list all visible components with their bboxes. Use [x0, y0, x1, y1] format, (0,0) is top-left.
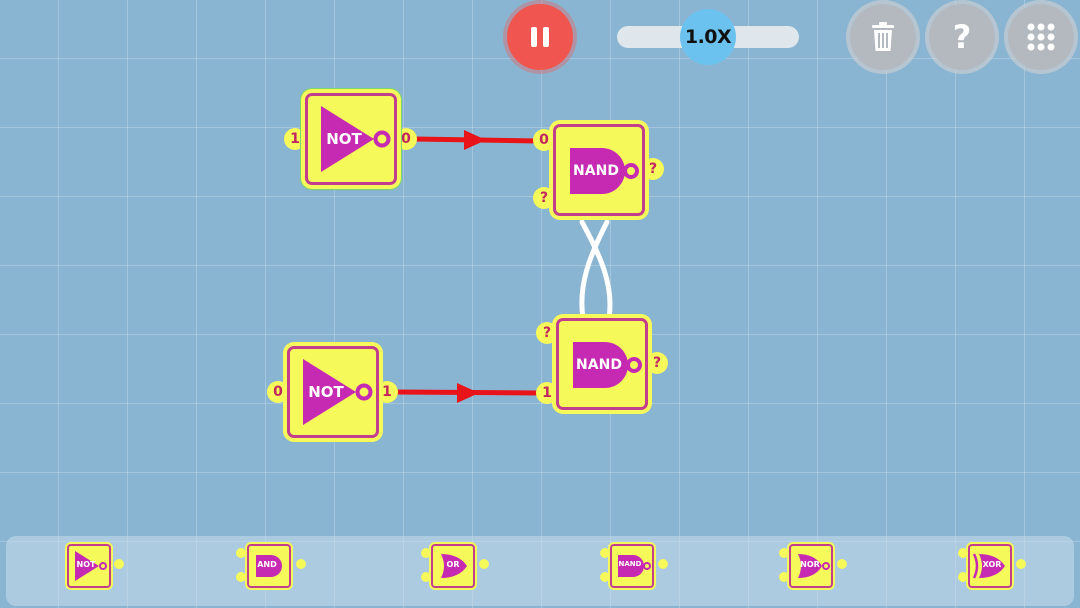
wire-feedback-cross[interactable]: [579, 219, 613, 321]
not-top-output-pin[interactable]: 0: [395, 128, 417, 150]
wires-layer: [393, 130, 613, 403]
nand-bottom-input-b-pin[interactable]: 1: [536, 382, 558, 404]
nand-gate-top[interactable]: NAND: [553, 124, 645, 216]
nand-bottom-output-pin[interactable]: ?: [646, 352, 668, 374]
nand-bottom-input-a-pin[interactable]: ?: [536, 322, 558, 344]
palette-nor-gate[interactable]: NOR: [779, 539, 849, 599]
not-gate-bottom[interactable]: NOT: [287, 346, 379, 438]
not-bottom-label: NOT: [308, 383, 344, 401]
nand-gate-bottom[interactable]: NAND: [556, 318, 648, 410]
palette-and-gate[interactable]: AND: [236, 539, 306, 599]
nand-bottom-label: NAND: [576, 357, 622, 373]
nand-top-input-a-pin[interactable]: 0: [533, 129, 555, 151]
wire-not-bottom-to-nand-bottom[interactable]: [393, 383, 543, 403]
palette-not-gate[interactable]: NOT: [57, 539, 127, 599]
not-top-input-pin[interactable]: 1: [284, 128, 306, 150]
not-top-label: NOT: [326, 130, 362, 148]
nand-top-label: NAND: [573, 163, 619, 179]
palette-or-gate[interactable]: OR: [421, 539, 491, 599]
palette-nand-gate[interactable]: NAND: [600, 539, 670, 599]
nand-top-input-b-pin[interactable]: ?: [533, 187, 555, 209]
wire-not-top-to-nand-top[interactable]: [411, 130, 541, 150]
not-bottom-output-pin[interactable]: 1: [376, 381, 398, 403]
not-gate-top[interactable]: NOT: [305, 93, 397, 185]
nand-top-output-pin[interactable]: ?: [642, 158, 664, 180]
gate-palette: [6, 536, 1074, 606]
palette-xor-gate[interactable]: XOR: [958, 539, 1028, 599]
not-bottom-input-pin[interactable]: 0: [267, 381, 289, 403]
